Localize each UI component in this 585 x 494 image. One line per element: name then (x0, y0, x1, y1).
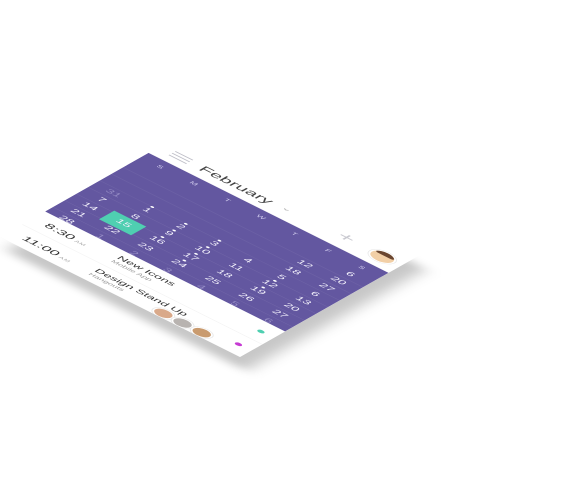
calendar-app-screen: February ⌄ + S M T W T F S 6 12 20 18 27 31 1 2 3 4 5 6 7 8 9… (0, 135, 420, 357)
event-indicator-dot (193, 252, 199, 256)
event-indicator-dot (149, 205, 155, 209)
event-indicator-dot (260, 286, 266, 289)
event-indicator-dot (159, 235, 165, 239)
hamburger-menu-icon[interactable] (168, 151, 194, 164)
event-color-dot (255, 328, 266, 335)
event-indicator-dot (205, 245, 211, 249)
event-indicator-dot (181, 259, 187, 262)
event-indicator-dot (183, 222, 189, 226)
event-indicator-dot (272, 279, 278, 283)
event-indicator-dot (171, 229, 177, 232)
event-indicator-dot (216, 239, 222, 242)
event-color-dot (233, 341, 244, 347)
app-surface: February ⌄ + S M T W T F S 6 12 20 18 27 31 1 2 3 4 5 6 7 8 9… (0, 135, 420, 357)
add-event-icon[interactable]: + (332, 230, 361, 246)
chevron-down-icon[interactable]: ⌄ (279, 204, 296, 213)
